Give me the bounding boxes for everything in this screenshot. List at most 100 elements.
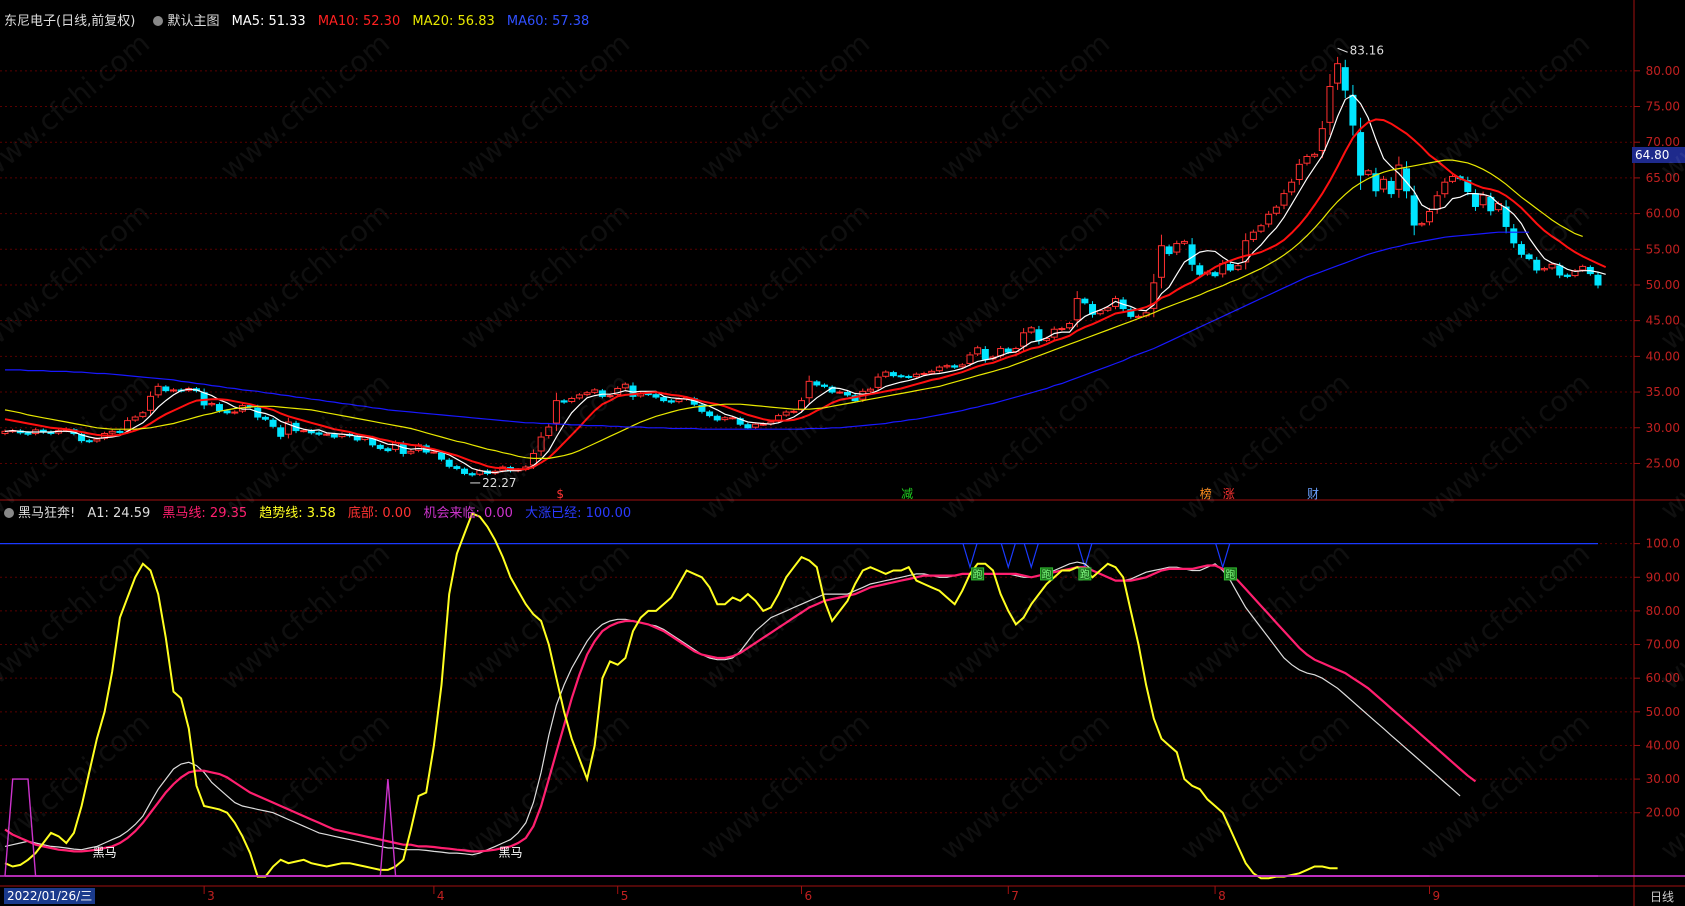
x-month-label: 4: [437, 889, 445, 903]
candle-body: [231, 411, 239, 414]
main-y-tick-label: 30.00: [1646, 421, 1680, 435]
candle-body: [384, 448, 392, 452]
candle-body: [215, 404, 223, 412]
candle-body: [1211, 272, 1219, 277]
pulse-line: [5, 779, 1685, 877]
stock-mode: (日线,前复权): [56, 14, 136, 29]
period-label[interactable]: 日线: [1650, 888, 1674, 905]
candle-body: [820, 384, 828, 387]
candle-body: [1326, 86, 1334, 123]
main-y-tick-label: 45.00: [1646, 314, 1680, 328]
event-mark: $: [556, 487, 564, 501]
candle-body: [223, 410, 231, 414]
candle-body: [1533, 259, 1541, 271]
candle-body: [162, 386, 170, 392]
candle-body: [116, 430, 124, 433]
pao-mark-label: 跑: [973, 568, 983, 581]
sub-y-tick-label: 80.00: [1646, 604, 1680, 618]
candle-body: [782, 411, 790, 416]
candle-body: [169, 389, 177, 392]
candle-body: [1280, 193, 1288, 206]
candle-body: [277, 427, 285, 437]
blue-dip: [1023, 543, 1039, 570]
heima-label: 黑马线: 29.35: [162, 506, 248, 521]
sub-line: [4, 564, 1477, 853]
candle-body: [1479, 194, 1487, 206]
ma20-label: MA20: 56.83: [412, 14, 495, 29]
candle-body: [1525, 254, 1533, 260]
candle-body: [1188, 244, 1196, 265]
candle-body: [790, 410, 798, 413]
candle-body: [843, 391, 851, 396]
main-y-tick-label: 40.00: [1646, 349, 1680, 363]
main-y-tick-label: 55.00: [1646, 242, 1680, 256]
candle-body: [591, 389, 599, 393]
main-y-tick-label: 25.00: [1646, 456, 1680, 470]
candle-body: [675, 398, 683, 403]
candle-body: [1318, 128, 1326, 151]
candle-body: [545, 426, 553, 437]
candle-body: [1157, 245, 1165, 278]
candle-body: [759, 423, 767, 426]
candle-body: [307, 430, 315, 434]
gear-icon[interactable]: [153, 16, 164, 26]
pao-mark-label: 跑: [1225, 568, 1235, 581]
candle-body: [1357, 132, 1365, 176]
candle-body: [706, 411, 714, 417]
candle-body: [744, 424, 752, 429]
sub-y-tick-label: 20.00: [1646, 806, 1680, 820]
sub-y-tick-label: 70.00: [1646, 638, 1680, 652]
event-mark: 涨: [1223, 486, 1235, 501]
candle-body: [882, 371, 890, 377]
candle-body: [1173, 243, 1181, 253]
candle-body: [1226, 264, 1234, 271]
candle-body: [1165, 246, 1173, 255]
gear-icon[interactable]: [4, 508, 14, 518]
blue-dip: [1000, 543, 1016, 570]
candle-body: [1349, 94, 1357, 126]
candle-body: [1364, 170, 1372, 175]
candle-body: [1426, 210, 1434, 223]
trend-label: 趋势线: 3.58: [259, 506, 336, 521]
candle-body: [981, 349, 989, 360]
candle-body: [568, 397, 576, 403]
high-price-label: 83.16: [1350, 43, 1384, 57]
x-month-label: 5: [621, 889, 629, 903]
candle-body: [1180, 240, 1188, 244]
candle-body: [1334, 63, 1342, 84]
candle-body: [1433, 195, 1441, 210]
x-month-label: 7: [1011, 889, 1019, 903]
candle-body: [1448, 175, 1456, 182]
main-indicator-name[interactable]: 默认主图: [167, 14, 219, 29]
candle-body: [154, 385, 162, 396]
candle-body: [407, 450, 415, 454]
candle-body: [1295, 163, 1303, 181]
ma-line-ma60: [5, 231, 1530, 430]
candle-body: [1410, 195, 1418, 226]
candle-body: [889, 372, 897, 377]
bottom-label: 底部: 0.00: [347, 506, 412, 521]
x-month-label: 9: [1433, 889, 1441, 903]
candle-body: [621, 383, 629, 389]
sub-indicator-name[interactable]: 黑马狂奔!: [18, 506, 75, 521]
candle-body: [1058, 328, 1066, 331]
blue-dip: [1215, 543, 1231, 570]
candle-body: [813, 381, 821, 386]
current-price-tag: 64.80: [1632, 147, 1685, 163]
candle-body: [575, 394, 583, 399]
ma5-label: MA5: 51.33: [231, 14, 306, 29]
candle-body: [323, 433, 331, 436]
stock-name[interactable]: 东尼电子: [4, 14, 56, 29]
candle-body: [866, 388, 874, 392]
candle-body: [729, 417, 737, 420]
candle-body: [943, 365, 951, 368]
candle-body: [1418, 223, 1426, 226]
event-mark: 财: [1307, 487, 1319, 501]
candle-body: [1265, 213, 1273, 225]
candle-body: [660, 397, 668, 402]
pao-mark-label: 跑: [1042, 568, 1052, 581]
candle-body: [468, 473, 476, 476]
candle-body: [1311, 153, 1319, 157]
candle-body: [399, 443, 407, 454]
candle-body: [606, 395, 614, 398]
